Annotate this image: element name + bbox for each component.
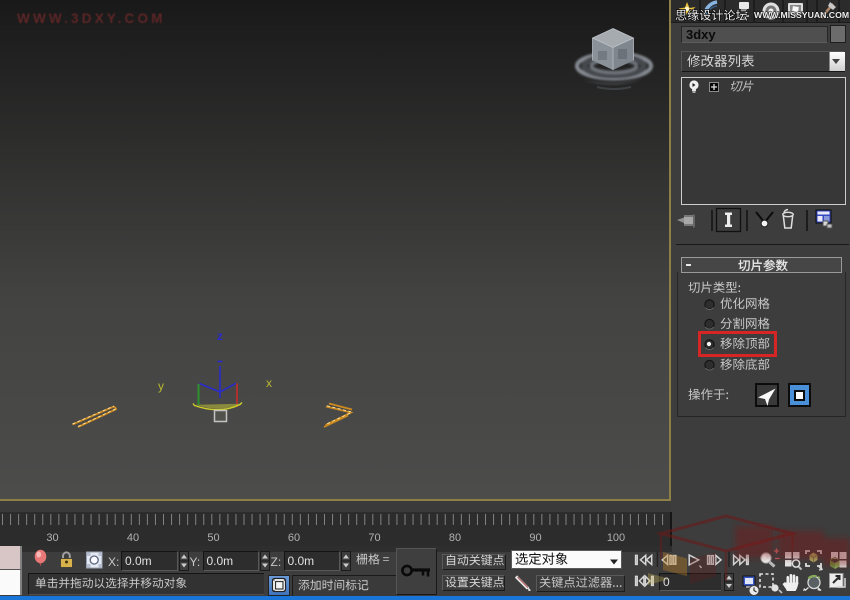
svg-text:x: x (266, 376, 272, 390)
svg-text:z: z (217, 331, 223, 343)
svg-text:WWW.MISSYUAN.COM: WWW.MISSYUAN.COM (754, 10, 849, 20)
svg-text:y: y (158, 379, 164, 393)
